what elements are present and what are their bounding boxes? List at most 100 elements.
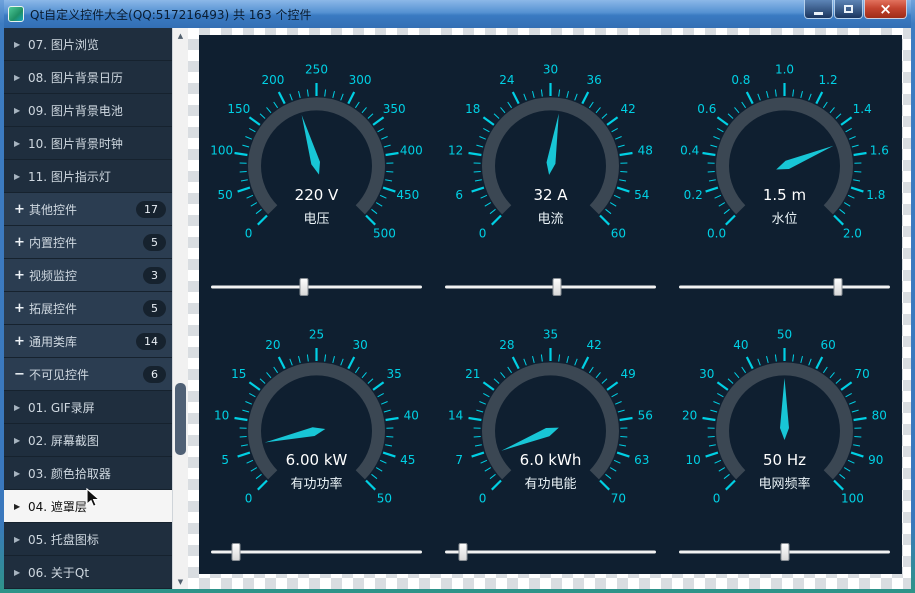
- sidebar-item[interactable]: +通用类库14: [4, 325, 172, 358]
- minimize-button[interactable]: [804, 0, 833, 19]
- sidebar-item[interactable]: ▶01. GIF录屏: [4, 391, 172, 424]
- gauge-dial: 0612182430364248546032 A电流: [438, 59, 663, 249]
- close-button[interactable]: ×: [864, 0, 907, 19]
- minor-tick: [483, 128, 489, 131]
- minimize-icon: [814, 12, 823, 15]
- sidebar-item[interactable]: ▶08. 图片背景日历: [4, 61, 172, 94]
- minor-tick: [728, 113, 733, 118]
- expand-plus-icon: +: [14, 301, 29, 316]
- sidebar-item[interactable]: ▶09. 图片背景电池: [4, 94, 172, 127]
- gauge-slider[interactable]: [211, 277, 422, 297]
- major-tick: [257, 215, 266, 224]
- slider-handle[interactable]: [780, 543, 789, 561]
- slider-handle[interactable]: [459, 543, 468, 561]
- minor-tick: [371, 209, 377, 213]
- minor-tick: [855, 437, 862, 438]
- minor-tick: [776, 89, 777, 96]
- gauge-dial: 051015202530354045506.00 kW有功功率: [204, 324, 429, 514]
- slider-track[interactable]: [445, 551, 656, 554]
- gauge-value: 220 V: [294, 186, 338, 204]
- tree-arrow-icon: ▶: [14, 172, 28, 181]
- count-badge: 5: [143, 234, 166, 251]
- tick-label: 1.6: [870, 143, 889, 157]
- sidebar-item[interactable]: ▶03. 颜色拾取器: [4, 457, 172, 490]
- scroll-down-button[interactable]: ▼: [173, 574, 188, 589]
- minor-tick: [848, 461, 854, 464]
- major-tick: [718, 382, 729, 390]
- minor-tick: [355, 102, 359, 108]
- minor-tick: [245, 402, 251, 405]
- major-tick: [706, 187, 718, 191]
- count-badge: 17: [136, 201, 166, 218]
- tick-label: 12: [448, 143, 463, 157]
- gauge-slider[interactable]: [445, 542, 656, 562]
- minor-tick: [596, 373, 601, 378]
- slider-cell: [668, 277, 902, 297]
- maximize-button[interactable]: [834, 0, 863, 19]
- close-icon: ×: [879, 2, 892, 17]
- slider-track[interactable]: [679, 285, 890, 288]
- sidebar-scrollbar[interactable]: ▲ ▼: [172, 28, 188, 589]
- sidebar-item[interactable]: ▶10. 图片背景时钟: [4, 127, 172, 160]
- gauge-slider[interactable]: [445, 277, 656, 297]
- gauge-slider[interactable]: [679, 542, 890, 562]
- minor-tick: [709, 179, 716, 180]
- sidebar-item[interactable]: ▶11. 图片指示灯: [4, 160, 172, 193]
- gauge-title: 有功电能: [524, 477, 576, 492]
- minor-tick: [245, 136, 251, 139]
- slider-handle[interactable]: [232, 543, 241, 561]
- minor-tick: [384, 145, 391, 147]
- tick-label: 1.4: [853, 102, 872, 116]
- app-window: Qt自定义控件大全(QQ:517216493) 共 163 个控件 × ▶07.…: [0, 0, 915, 593]
- tree-arrow-icon: ▶: [14, 403, 28, 412]
- minor-tick: [767, 356, 769, 363]
- tick-label: 63: [634, 453, 649, 467]
- gauge-slider[interactable]: [679, 277, 890, 297]
- sidebar-item[interactable]: +拓展控件5: [4, 292, 172, 325]
- tick-label: 40: [403, 409, 418, 423]
- slider-track[interactable]: [211, 285, 422, 288]
- minor-tick: [830, 373, 835, 378]
- sidebar-item[interactable]: ▶07. 图片浏览: [4, 28, 172, 61]
- slider-track[interactable]: [445, 285, 656, 288]
- gauge-slider[interactable]: [211, 542, 422, 562]
- slider-track[interactable]: [211, 551, 422, 554]
- sidebar-item[interactable]: ▶02. 屏幕截图: [4, 424, 172, 457]
- sidebar-item[interactable]: +视频监控3: [4, 259, 172, 292]
- major-tick: [237, 453, 249, 457]
- sidebar-item[interactable]: ▶06. 关于Qt: [4, 556, 172, 589]
- sidebar-item[interactable]: +其他控件17: [4, 193, 172, 226]
- sidebar-item[interactable]: +内置控件5: [4, 226, 172, 259]
- minor-tick: [602, 113, 607, 118]
- sidebar-item[interactable]: ▶05. 托盘图标: [4, 523, 172, 556]
- minor-tick: [840, 475, 846, 479]
- major-tick: [373, 382, 384, 390]
- minor-tick: [615, 402, 621, 405]
- gauge-needle: [263, 425, 325, 447]
- sidebar-item[interactable]: −不可见控件6: [4, 358, 172, 391]
- tick-label: 48: [638, 143, 653, 157]
- minor-tick: [830, 107, 835, 112]
- tick-label: 18: [465, 102, 480, 116]
- major-tick: [249, 382, 260, 390]
- minor-tick: [368, 113, 373, 118]
- sidebar-item-label: 01. GIF录屏: [28, 399, 166, 416]
- gauge-title: 电流: [537, 212, 563, 227]
- minor-tick: [605, 475, 611, 479]
- major-tick: [703, 153, 716, 155]
- scrollbar-track[interactable]: [173, 43, 188, 574]
- sidebar-item[interactable]: ▶04. 遮罩层: [4, 490, 172, 523]
- sidebar-item-label: 内置控件: [29, 234, 143, 251]
- scroll-up-button[interactable]: ▲: [173, 28, 188, 43]
- tick-label: 54: [634, 188, 649, 202]
- scrollbar-thumb[interactable]: [175, 383, 186, 455]
- titlebar: Qt自定义控件大全(QQ:517216493) 共 163 个控件 ×: [4, 0, 911, 28]
- slider-handle[interactable]: [299, 278, 308, 296]
- slider-handle[interactable]: [553, 278, 562, 296]
- minor-tick: [508, 102, 512, 108]
- slider-handle[interactable]: [833, 278, 842, 296]
- tick-label: 15: [231, 367, 246, 381]
- gauge-value: 32 A: [533, 186, 568, 204]
- sidebar-item-label: 06. 关于Qt: [28, 564, 166, 581]
- tick-label: 60: [821, 338, 836, 352]
